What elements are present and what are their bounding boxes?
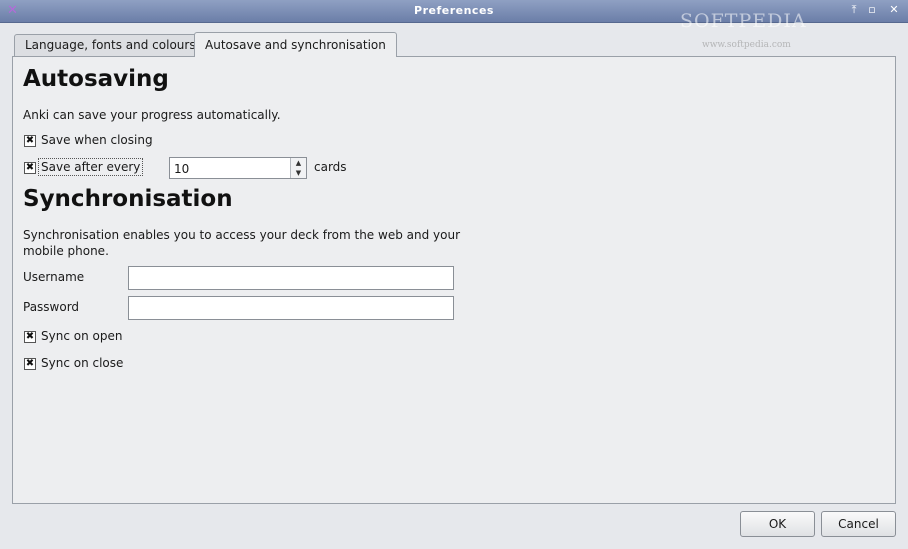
watermark-url: www.softpedia.com [702,40,791,50]
sync-on-open-checkbox[interactable]: ✖ [24,331,36,343]
save-after-every-label: Save after every [37,158,144,176]
spin-down-icon[interactable]: ▼ [291,168,306,178]
sync-description-line1: Synchronisation enables you to access yo… [23,228,461,242]
close-icon[interactable]: ✕ [887,3,901,16]
pin-icon[interactable]: ⤒ [847,3,861,17]
cards-unit-label: cards [314,160,347,174]
save-after-every-checkbox[interactable]: ✖ [24,162,36,174]
maximize-icon[interactable]: ▫ [865,3,879,16]
username-label: Username [23,270,85,284]
autosaving-heading: Autosaving [23,66,169,92]
save-when-closing-label: Save when closing [41,133,153,147]
cards-count-value: 10 [174,162,190,176]
synchronisation-heading: Synchronisation [23,186,233,212]
cards-count-spinbox[interactable]: 10 ▲ ▼ [169,157,307,179]
ok-button[interactable]: OK [740,511,815,537]
sync-on-close-checkbox[interactable]: ✖ [24,358,36,370]
sync-on-close-label: Sync on close [41,356,124,370]
password-input[interactable] [128,296,454,320]
password-label: Password [23,300,80,314]
spin-buttons: ▲ ▼ [290,158,306,178]
autosaving-description: Anki can save your progress automaticall… [23,108,281,122]
tab-autosave-sync[interactable]: Autosave and synchronisation [194,32,397,57]
save-when-closing-checkbox[interactable]: ✖ [24,135,36,147]
username-input[interactable] [128,266,454,290]
tab-language-fonts-colours[interactable]: Language, fonts and colours [14,34,207,56]
cancel-button[interactable]: Cancel [821,511,896,537]
watermark: SOFTPEDIA [680,10,807,32]
sync-on-open-label: Sync on open [41,329,123,343]
sync-description-line2: mobile phone. [23,244,109,258]
